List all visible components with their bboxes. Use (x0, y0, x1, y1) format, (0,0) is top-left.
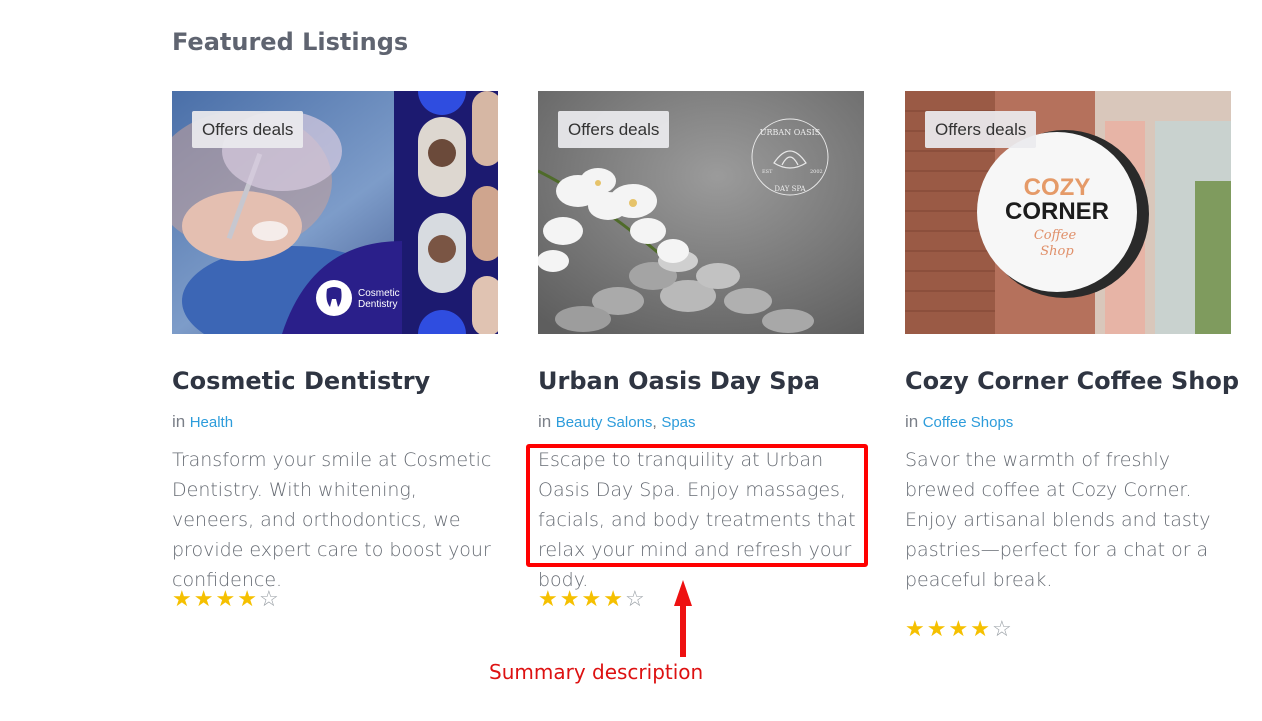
offers-deals-badge: Offers deals (192, 111, 304, 148)
listing-description: Savor the warmth of freshly brewed coffe… (905, 449, 1211, 591)
star-filled-icon: ★ (905, 616, 927, 641)
star-filled-icon: ★ (926, 616, 949, 641)
image-text: Dentistry (358, 299, 397, 310)
image-text: Cosmetic (358, 288, 400, 299)
star-filled-icon: ★ (970, 616, 992, 641)
star-filled-icon: ★ (559, 586, 582, 611)
image-text: 2002 (810, 169, 823, 175)
category-link-coffee-shops[interactable]: Coffee Shops (923, 414, 1014, 431)
star-filled-icon: ★ (603, 586, 625, 611)
listing-categories: in Health (172, 412, 233, 432)
listing-card: COZY CORNER Coffee Shop Offers deals Coz… (905, 91, 1239, 641)
in-label: in (905, 412, 919, 431)
listing-categories: in Beauty Salons, Spas (538, 412, 696, 432)
image-text: DAY SPA (774, 185, 806, 193)
star-filled-icon: ★ (581, 586, 604, 611)
listing-image[interactable]: COZY CORNER Coffee Shop Offers deals (905, 91, 1231, 334)
category-link-spas[interactable]: Spas (661, 414, 695, 431)
listing-image[interactable]: URBAN OASIS DAY SPA EST 2002 Offers deal… (538, 91, 864, 334)
listing-description: Transform your smile at Cosmetic Dentist… (172, 449, 492, 591)
star-empty-icon: ☆ (624, 586, 647, 611)
category-separator: , (652, 414, 657, 431)
star-filled-icon: ★ (215, 586, 238, 611)
listing-image[interactable]: Cosmetic Dentistry Offers deals (172, 91, 498, 334)
star-filled-icon: ★ (172, 586, 194, 611)
listing-title[interactable]: Cozy Corner Coffee Shop (905, 367, 1239, 395)
image-text: CORNER (1005, 198, 1109, 225)
rating-stars: ★★★★☆ (905, 616, 1014, 642)
listing-card: Cosmetic Dentistry Offers deals Cosmetic… (172, 91, 498, 611)
listing-title[interactable]: Urban Oasis Day Spa (538, 367, 820, 395)
rating-stars: ★★★★☆ (172, 586, 281, 612)
annotation-arrow-shaft (680, 600, 686, 657)
annotation-highlight-box (526, 444, 868, 567)
category-link-health[interactable]: Health (190, 414, 233, 431)
image-text: Shop (1040, 244, 1074, 259)
star-empty-icon: ☆ (258, 586, 281, 611)
listing-title[interactable]: Cosmetic Dentistry (172, 367, 430, 395)
star-filled-icon: ★ (538, 586, 560, 611)
offers-deals-badge: Offers deals (558, 111, 670, 148)
offers-deals-badge: Offers deals (925, 111, 1037, 148)
star-filled-icon: ★ (948, 616, 971, 641)
listing-categories: in Coffee Shops (905, 412, 1013, 432)
image-text: URBAN OASIS (760, 128, 820, 137)
annotation-label: Summary description (489, 660, 704, 684)
listing-card: URBAN OASIS DAY SPA EST 2002 Offers deal… (538, 91, 864, 611)
image-text: Coffee (1034, 228, 1077, 243)
in-label: in (172, 412, 186, 431)
image-text: EST (762, 169, 773, 175)
image-text: COZY (1024, 174, 1091, 201)
category-link-beauty-salons[interactable]: Beauty Salons (556, 414, 653, 431)
star-empty-icon: ☆ (991, 616, 1014, 641)
star-filled-icon: ★ (193, 586, 216, 611)
section-title: Featured Listings (172, 28, 409, 56)
in-label: in (538, 412, 552, 431)
rating-stars: ★★★★☆ (538, 586, 647, 612)
star-filled-icon: ★ (237, 586, 259, 611)
